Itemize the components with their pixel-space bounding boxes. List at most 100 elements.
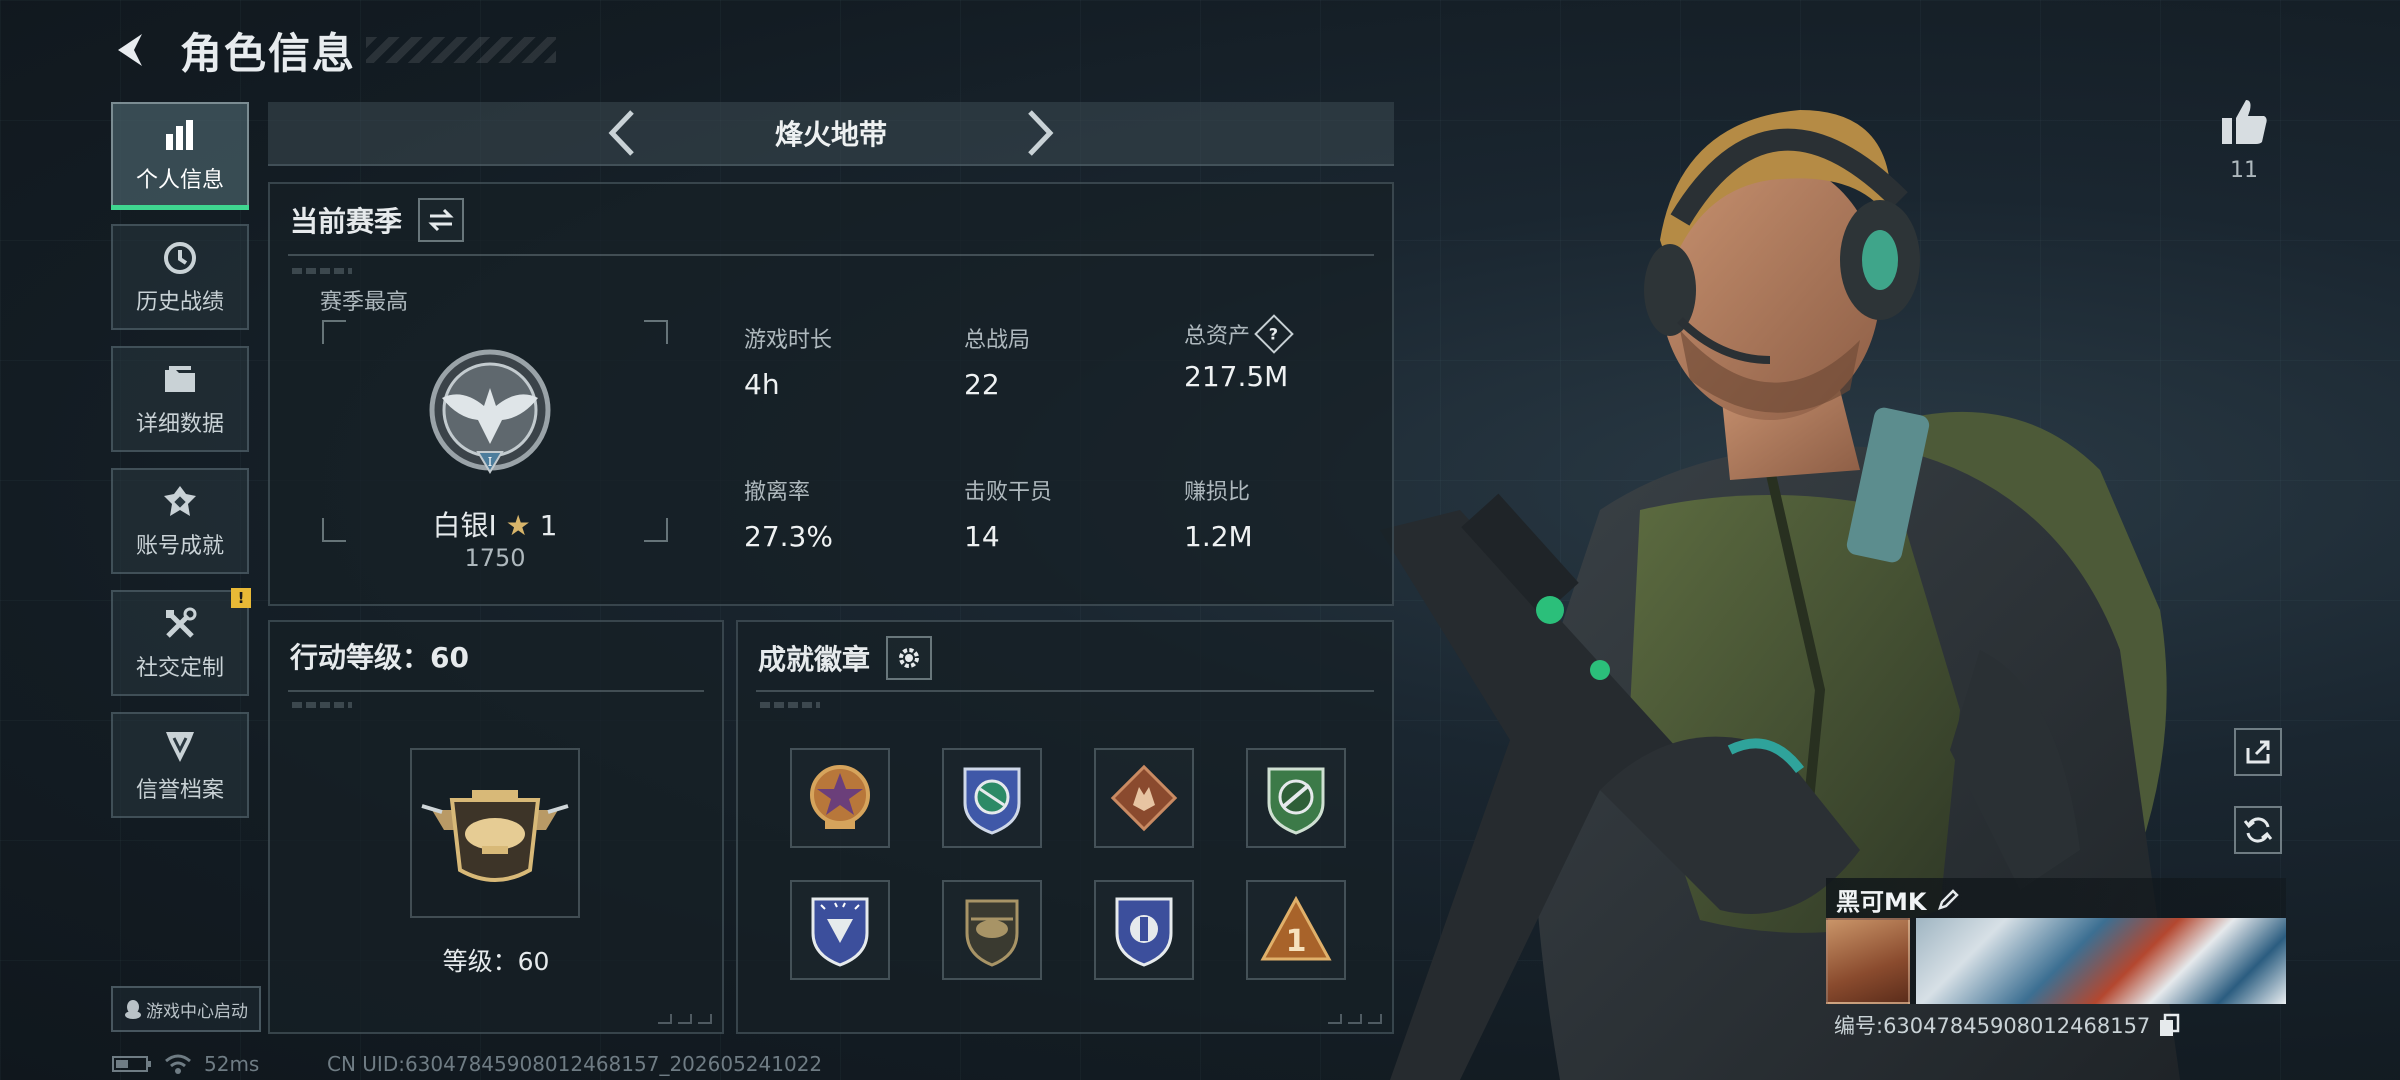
edit-pencil-icon[interactable] (1936, 888, 1960, 912)
level-panel: 行动等级：60 等级：60 (268, 620, 724, 1034)
sidebar-item-label: 账号成就 (135, 534, 224, 559)
refresh-icon (2243, 817, 2273, 843)
like-button[interactable] (2218, 96, 2270, 148)
level-caption: 等级：60 (442, 947, 550, 976)
sidebar-item-label: 详细数据 (135, 412, 224, 437)
rank-star-icon: ★ (505, 509, 531, 542)
stat-play-time: 游戏时长 4h (744, 328, 833, 401)
wifi-icon (165, 1054, 191, 1074)
back-button[interactable] (110, 28, 154, 72)
sidebar-item-reputation[interactable]: 信誉档案 (111, 712, 249, 818)
rank-score: 1750 (464, 544, 526, 572)
sidebar-item-label: 社交定制 (135, 656, 224, 681)
number-one-triangle-badge-icon: 1 (1260, 895, 1332, 961)
chevron-left-icon (608, 110, 634, 156)
star-crest-badge-icon (810, 765, 870, 829)
sidebar-item-personal-info[interactable]: 个人信息 (111, 102, 249, 210)
season-title: 当前赛季 (290, 205, 403, 238)
level-title: 行动等级：60 (290, 641, 469, 674)
sidebar-item-label: 信誉档案 (135, 778, 224, 803)
sidebar-item-achievements[interactable]: 账号成就 (111, 468, 249, 574)
battery-icon (112, 1056, 151, 1072)
copy-icon[interactable] (2158, 1013, 2180, 1037)
badge-slot[interactable] (1094, 748, 1194, 848)
stat-total-matches: 总战局 22 (964, 328, 1031, 401)
corner-decor (658, 1014, 712, 1024)
level-emblem-frame (410, 748, 580, 918)
ping-text: 52ms (204, 1052, 260, 1076)
share-button[interactable] (2234, 728, 2282, 776)
sidebar: 个人信息 历史战绩 详细数据 账号成就 社交定制 ! 信誉档案 (111, 102, 251, 834)
green-rifle-badge-icon (1267, 767, 1325, 835)
badge-slot[interactable] (790, 880, 890, 980)
stat-profit-loss-ratio: 赚损比 1.2M (1184, 480, 1253, 553)
decor-marks (292, 702, 352, 708)
helicopter-level-emblem-icon (421, 790, 569, 882)
thumbs-up-icon (2222, 100, 2267, 144)
badges-settings-button[interactable] (886, 636, 933, 680)
qq-penguin-icon (125, 1000, 141, 1019)
badge-slot[interactable] (942, 748, 1042, 848)
badge-slot[interactable] (790, 748, 890, 848)
player-id: 编号:6304784590801246815​7 (1834, 1010, 2180, 1040)
sidebar-item-social[interactable]: 社交定制 ! (111, 588, 251, 696)
player-name-card: 黑可MK (1826, 878, 2286, 1004)
season-header: 当前赛季 (290, 198, 465, 242)
badge-slot[interactable] (1094, 880, 1194, 980)
sidebar-item-detail-data[interactable]: 详细数据 (111, 346, 249, 452)
blue-compass-badge-icon (963, 767, 1021, 835)
achievement-icon (160, 482, 200, 522)
badges-title: 成就徽章 (758, 643, 871, 676)
blue-shield-badge-icon (811, 897, 869, 967)
launch-label: 游戏中心启动 (146, 1001, 248, 1022)
season-switch-button[interactable] (418, 198, 465, 242)
share-icon (2246, 740, 2270, 764)
refresh-button[interactable] (2234, 806, 2282, 854)
season-panel: 当前赛季 赛季最高 I 白银Ⅰ ★ 1 1750 游戏时长 4h 总战局 22 … (268, 182, 1394, 606)
badge-slot[interactable]: 1 (1246, 880, 1346, 980)
like-count: 11 (2230, 158, 2258, 183)
page-title: 角色信息 (180, 28, 357, 78)
mode-next-button[interactable] (1011, 103, 1071, 163)
badges-header: 成就徽章 (758, 636, 933, 680)
badge-slot[interactable] (942, 880, 1042, 980)
history-clock-icon (160, 238, 200, 278)
notification-badge: ! (231, 588, 251, 608)
stat-extraction-rate: 撤离率 27.3% (744, 480, 833, 553)
mode-title: 烽火地带 (774, 118, 887, 151)
sidebar-item-label: 历史战绩 (135, 290, 224, 315)
svg-text:1: 1 (1286, 924, 1307, 959)
game-center-launch-button[interactable]: 游戏中心启动 (111, 986, 261, 1032)
wolf-diamond-badge-icon (1110, 764, 1178, 832)
uid-text: CN UID:6304784590801246815​7_20260524102… (327, 1052, 823, 1076)
svg-text:I: I (488, 455, 493, 469)
helicopter-badge-icon (965, 899, 1019, 967)
rank-name: 白银Ⅰ ★ 1 (432, 509, 558, 542)
divider (288, 254, 1374, 256)
bar-chart-icon (160, 116, 200, 156)
swap-icon (428, 208, 454, 232)
silver-rank-emblem-icon: I (429, 349, 551, 474)
mode-selector: 烽火地带 (268, 102, 1394, 166)
stat-operators-defeated: 击败干员 14 (964, 480, 1053, 553)
title-decoration (366, 37, 557, 63)
player-banner[interactable] (1916, 918, 2286, 1004)
decor-marks (292, 268, 352, 274)
decor-marks (760, 702, 820, 708)
chevron-right-icon (1028, 110, 1054, 156)
page-header: 角色信息 (110, 22, 557, 78)
sidebar-item-history[interactable]: 历史战绩 (111, 224, 249, 330)
tools-icon (160, 604, 200, 644)
player-avatar[interactable] (1826, 918, 1910, 1004)
corner-decor (1328, 1014, 1382, 1024)
divider (756, 690, 1374, 692)
stat-total-assets: 总资产 ? 217.5M (1184, 314, 1294, 393)
badge-slot[interactable] (1246, 748, 1346, 848)
mode-prev-button[interactable] (591, 103, 651, 163)
season-best-label: 赛季最高 (320, 290, 409, 315)
back-arrow-icon (118, 34, 142, 66)
sidebar-item-label: 个人信息 (135, 168, 224, 193)
player-name: 黑可MK (1836, 882, 1960, 917)
status-bar: 52ms (112, 1052, 259, 1076)
help-icon[interactable]: ? (1254, 314, 1294, 354)
